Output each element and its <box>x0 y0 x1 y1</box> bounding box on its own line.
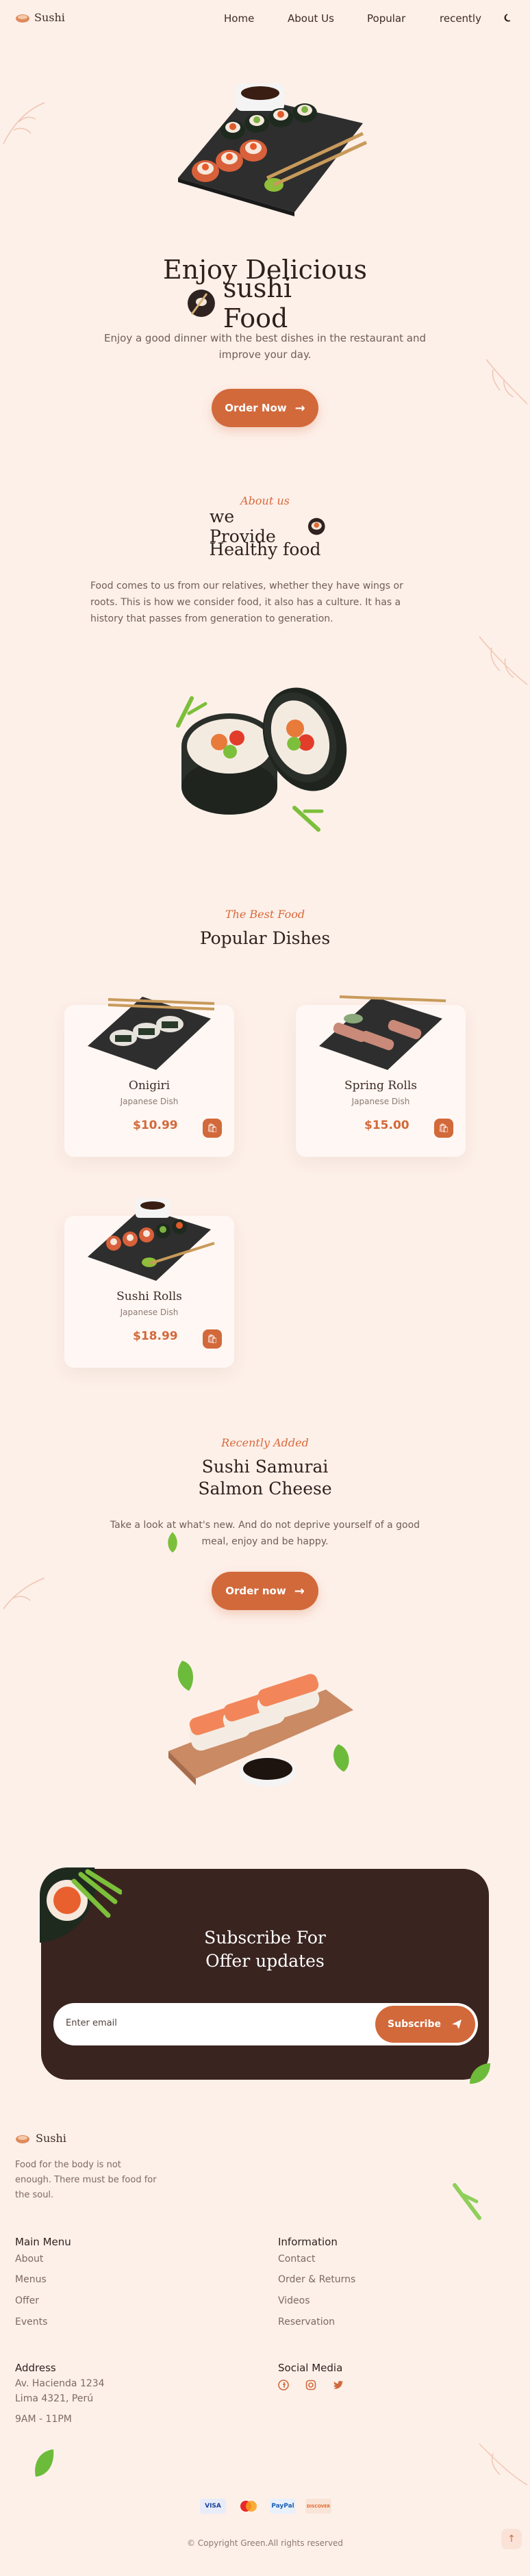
footer-link-offer[interactable]: Offer <box>15 2295 39 2306</box>
dish-price: $10.99 <box>133 1119 178 1132</box>
about-title-line1: we Provide <box>210 507 326 546</box>
logo-text: Sushi <box>34 11 65 24</box>
footer-link-contact[interactable]: Contact <box>278 2254 315 2265</box>
sushi-logo-icon <box>16 14 29 23</box>
sushi-bowl-icon <box>308 518 326 535</box>
information-title: Information <box>278 2236 338 2248</box>
arrow-up-icon: ↑ <box>507 2534 516 2545</box>
footer-tagline: Food for the body is not enough. There m… <box>15 2160 157 2200</box>
subscribe-button[interactable]: Subscribe <box>375 2006 475 2043</box>
instagram-icon[interactable] <box>305 2380 316 2390</box>
sushi-rolls-image <box>176 687 347 832</box>
dish-card[interactable]: Spring Rolls Japanese Dish $15.00 🛍 <box>296 995 466 1157</box>
dish-card[interactable]: Onigiri Japanese Dish $10.99 🛍 <box>64 997 234 1157</box>
dish-price: $15.00 <box>364 1119 409 1132</box>
hero-title-line2: sushi Food <box>186 273 364 333</box>
green-leaf-icon <box>470 2063 490 2084</box>
footer-link-menus[interactable]: Menus <box>15 2274 47 2285</box>
green-onion-icon <box>453 2183 481 2220</box>
logo[interactable]: Sushi <box>15 11 65 24</box>
email-placeholder: Enter email <box>66 2018 117 2028</box>
nav-home[interactable]: Home <box>224 12 254 25</box>
bg-leaf-outline-icon <box>3 1577 45 1609</box>
copyright: © Copyright Green.All rights reserved <box>186 2538 344 2548</box>
send-icon <box>451 2019 462 2029</box>
recently-title-line1: Sushi Samurai <box>201 1457 329 1477</box>
twitter-icon[interactable] <box>333 2380 344 2390</box>
social-media-title: Social Media <box>278 2362 343 2374</box>
sushi-logo-icon <box>16 2134 29 2143</box>
header: Sushi Home About Us Popular recently <box>0 0 530 38</box>
subscribe-title-line2: Offer updates <box>205 1951 325 1971</box>
dish-name: Onigiri <box>128 1079 171 1093</box>
scroll-top-button[interactable]: ↑ <box>501 2529 522 2549</box>
chopsticks-sushi-icon <box>187 290 215 317</box>
paypal-icon: PayPal <box>270 2499 296 2514</box>
green-leaf-icon <box>35 2449 54 2477</box>
email-field[interactable]: Enter email Subscribe <box>53 2003 478 2045</box>
footer-link-videos[interactable]: Videos <box>278 2295 310 2306</box>
recently-eyebrow: Recently Added <box>221 1436 309 1449</box>
footer-logo[interactable]: Sushi <box>15 2132 66 2145</box>
footer-link-reservation[interactable]: Reservation <box>278 2317 335 2328</box>
footer-link-about[interactable]: About <box>15 2254 43 2265</box>
about-title-line2: Healthy food <box>209 539 321 559</box>
bg-leaf-outline-icon <box>485 359 528 405</box>
shopping-bag-icon[interactable]: 🛍 <box>203 1329 222 1349</box>
visa-icon: VISA <box>200 2499 226 2514</box>
arrow-right-icon: → <box>294 400 305 416</box>
spring-rolls-image <box>319 995 446 1070</box>
dish-price: $18.99 <box>133 1329 178 1343</box>
recently-order-button[interactable]: Order now → <box>212 1572 318 1610</box>
footer-link-events[interactable]: Events <box>15 2317 47 2328</box>
bg-leaf-outline-icon <box>3 102 45 144</box>
dish-card[interactable]: Sushi Rolls Japanese Dish $18.99 🛍 <box>64 1199 234 1368</box>
dish-name: Spring Rolls <box>344 1079 417 1093</box>
address-line: Lima 4321, Perú <box>15 2393 94 2404</box>
moon-icon[interactable] <box>503 13 513 23</box>
nav-recently[interactable]: recently <box>440 12 481 25</box>
dish-category: Japanese Dish <box>351 1097 410 1106</box>
bg-leaf-outline-icon <box>479 636 528 685</box>
green-leaf-icon <box>168 1532 177 1553</box>
dish-category: Japanese Dish <box>120 1308 179 1317</box>
popular-eyebrow: The Best Food <box>225 908 305 921</box>
dish-category: Japanese Dish <box>120 1097 179 1106</box>
subscribe-label: Subscribe <box>388 2019 441 2030</box>
recently-order-label: Order now <box>225 1585 286 1597</box>
subscribe-title-line1: Subscribe For <box>204 1928 326 1948</box>
dish-name: Sushi Rolls <box>116 1290 182 1303</box>
bg-leaf-outline-icon <box>479 2443 528 2486</box>
subscribe-banner: Subscribe For Offer updates Enter email … <box>40 1867 489 2080</box>
hero-title-text: sushi Food <box>223 273 292 333</box>
hero-description: Enjoy a good dinner with the best dishes… <box>104 332 427 361</box>
main-menu-title: Main Menu <box>15 2236 71 2248</box>
about-description: Food comes to us from our relatives, whe… <box>90 581 403 624</box>
shopping-bag-icon[interactable]: 🛍 <box>203 1119 222 1138</box>
mastercard-icon <box>236 2499 262 2514</box>
nav-about[interactable]: About Us <box>288 12 334 25</box>
opening-hours: 9AM - 11PM <box>15 2414 72 2425</box>
hero-sushi-plate-image <box>178 84 368 216</box>
shopping-bag-icon[interactable]: 🛍 <box>434 1119 453 1138</box>
address-line: Av. Hacienda 1234 <box>15 2378 105 2389</box>
recently-title-line2: Salmon Cheese <box>198 1479 332 1499</box>
footer-link-orders[interactable]: Order & Returns <box>278 2274 355 2285</box>
facebook-icon[interactable] <box>278 2380 289 2390</box>
footer-logo-text: Sushi <box>36 2132 66 2145</box>
arrow-right-icon: → <box>294 1583 305 1598</box>
recently-description: Take a look at what's new. And do not de… <box>110 1520 420 1547</box>
discover-icon: DISCOVER <box>305 2499 331 2514</box>
onigiri-image <box>88 997 215 1070</box>
nav-popular[interactable]: Popular <box>367 12 405 25</box>
address-title: Address <box>15 2362 56 2374</box>
hero-order-button[interactable]: Order Now → <box>212 389 318 427</box>
hero-order-label: Order Now <box>225 402 287 414</box>
about-eyebrow: About us <box>240 494 290 507</box>
sushi-rolls-plate-image <box>88 1199 215 1281</box>
salmon-nigiri-board-image <box>168 1661 353 1787</box>
popular-title: Popular Dishes <box>199 928 331 948</box>
